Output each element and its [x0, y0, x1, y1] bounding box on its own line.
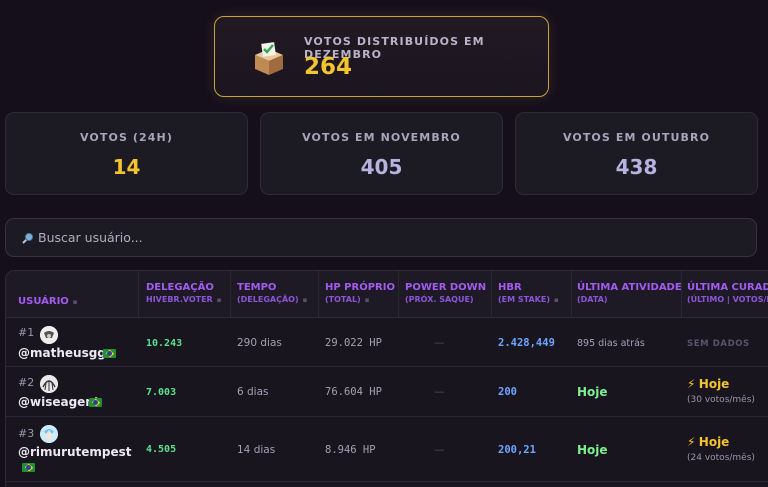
stat-label: VOTOS EM OUTUBRO [562, 131, 711, 144]
avatar[interactable] [40, 326, 58, 344]
sort-icon: ▪ [72, 298, 78, 306]
curadoria-sub: (24 votos/mês) [687, 453, 755, 463]
table-row[interactable]: #3 @rimurutempest 4.505 14 dias 8.946 HP… [6, 417, 768, 482]
power-down-value: — [434, 444, 445, 456]
brazil-flag-icon [89, 398, 102, 407]
column-header-ultima-curadoria[interactable]: ÚLTIMA CURADO (ÚLTIMO | VOTOS/M [682, 271, 768, 317]
hbr-value: 200 [498, 386, 517, 398]
column-subtitle: (TOTAL) [325, 295, 361, 304]
column-title: HP PRÓPRIO [325, 282, 395, 293]
tempo-value: 290 dias [237, 337, 282, 349]
sort-icon: ▪ [302, 296, 308, 304]
delegacao-value: 4.505 [146, 444, 177, 455]
column-title: HBR [498, 282, 522, 293]
column-header-power-down[interactable]: POWER DOWN (PRÓX. SAQUE) [399, 271, 492, 317]
column-subtitle: (PRÓX. SAQUE) [405, 295, 474, 304]
lightning-icon: ⚡ [687, 377, 696, 391]
delegacao-value: 7.003 [146, 387, 177, 398]
ballot-box-icon [255, 42, 283, 75]
lightning-icon: ⚡ [687, 435, 696, 449]
hp-value: 29.022 HP [325, 337, 382, 349]
curadoria-sub: (30 votos/mês) [687, 395, 755, 405]
atividade-value: 895 dias atrás [577, 338, 645, 349]
search-input[interactable] [38, 219, 738, 256]
column-header-hp-proprio[interactable]: HP PRÓPRIO (TOTAL) ▪ [319, 271, 399, 317]
table-header: USUÁRIO ▪ DELEGAÇÃO HIVEBR.VOTER ▪ TEMPO (… [6, 271, 768, 318]
stat-card-november: VOTOS EM NOVEMBRO 405 [260, 112, 503, 195]
brazil-flag-icon [103, 349, 116, 358]
column-title: POWER DOWN [405, 282, 487, 293]
sort-icon: ▪ [216, 296, 222, 304]
stat-value: 438 [615, 155, 658, 179]
column-title: TEMPO [237, 282, 277, 293]
stat-card-october: VOTOS EM OUTUBRO 438 [515, 112, 758, 195]
hbr-value: 2.428,449 [498, 337, 555, 349]
column-subtitle: (DELEGAÇÃO) [237, 295, 299, 304]
column-header-usuario[interactable]: USUÁRIO ▪ [6, 271, 139, 317]
column-subtitle: (EM STAKE) [498, 295, 550, 304]
column-header-hbr[interactable]: HBR (EM STAKE) ▪ [492, 271, 572, 317]
username[interactable]: @rimurutempest [18, 445, 132, 459]
power-down-value: — [434, 337, 445, 349]
brazil-flag-icon [22, 463, 35, 472]
stat-value: 405 [360, 155, 403, 179]
avatar[interactable] [40, 375, 58, 393]
search-bar[interactable] [5, 218, 757, 257]
curadoria-value: SEM DADOS [687, 339, 750, 349]
sort-icon: ▪ [364, 296, 370, 304]
column-title: ÚLTIMA ATIVIDADE [577, 282, 682, 293]
column-title: ÚLTIMA CURADO [687, 282, 768, 293]
column-subtitle: (DATA) [577, 295, 608, 304]
curadoria-value: ⚡ Hoje [687, 377, 729, 391]
atividade-value: Hoje [577, 385, 608, 399]
column-title: DELEGAÇÃO [146, 282, 214, 293]
hbr-value: 200,21 [498, 444, 536, 456]
delegacao-value: 10.243 [146, 338, 183, 349]
search-icon [22, 232, 34, 244]
sort-icon: ▪ [553, 296, 559, 304]
atividade-value: Hoje [577, 443, 608, 457]
tempo-value: 6 dias [237, 386, 269, 398]
december-votes-card: VOTOS DISTRIBUÍDOS EM DEZEMBRO 264 [214, 16, 549, 97]
column-subtitle: HIVEBR.VOTER [146, 295, 213, 304]
username[interactable]: @matheusggr [18, 346, 112, 360]
tempo-value: 14 dias [237, 444, 276, 456]
avatar[interactable] [40, 425, 58, 443]
delegators-table: USUÁRIO ▪ DELEGAÇÃO HIVEBR.VOTER ▪ TEMPO (… [5, 270, 768, 487]
rank: #1 [18, 326, 35, 339]
username[interactable]: @wiseagent [18, 395, 100, 409]
table-row[interactable]: #1 @matheusggr 10.243 290 dias 29.022 HP… [6, 318, 768, 367]
stat-label: VOTOS (24H) [80, 131, 173, 144]
hero-value: 264 [304, 54, 353, 80]
curadoria-label: Hoje [698, 377, 730, 391]
curadoria-value: ⚡ Hoje [687, 435, 729, 449]
power-down-value: — [434, 386, 445, 398]
hp-value: 76.604 HP [325, 386, 382, 398]
column-subtitle: (ÚLTIMO | VOTOS/M [687, 295, 768, 304]
stat-value: 14 [112, 155, 141, 179]
rank: #2 [18, 376, 35, 389]
column-header-ultima-atividade[interactable]: ÚLTIMA ATIVIDADE (DATA) [572, 271, 682, 317]
curadoria-label: Hoje [698, 435, 730, 449]
table-row[interactable]: #2 @wiseagent 7.003 6 dias 76.604 HP — 2… [6, 367, 768, 417]
column-title: USUÁRIO [18, 296, 69, 307]
stat-card-24h: VOTOS (24H) 14 [5, 112, 248, 195]
stat-label: VOTOS EM NOVEMBRO [302, 131, 461, 144]
column-header-delegacao[interactable]: DELEGAÇÃO HIVEBR.VOTER ▪ [139, 271, 231, 317]
column-header-tempo[interactable]: TEMPO (DELEGAÇÃO) ▪ [231, 271, 319, 317]
hp-value: 8.946 HP [325, 444, 376, 456]
rank: #3 [18, 427, 35, 440]
